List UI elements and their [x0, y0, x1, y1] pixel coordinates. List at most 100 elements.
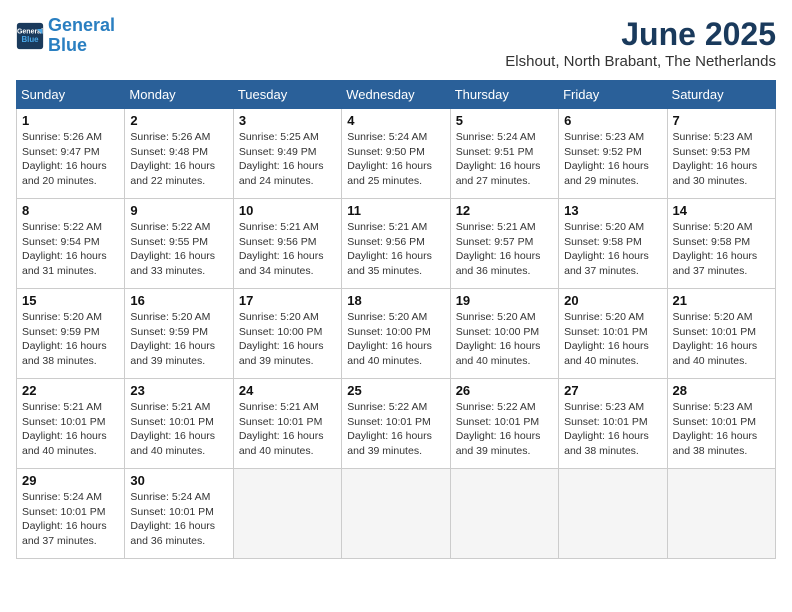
day-number: 29 [22, 473, 119, 488]
day-cell-24: 24 Sunrise: 5:21 AMSunset: 10:01 PMDaylig… [233, 379, 341, 469]
day-info: Sunrise: 5:24 AMSunset: 10:01 PMDaylight… [22, 490, 119, 549]
title-area: June 2025 Elshout, North Brabant, The Ne… [505, 16, 776, 70]
empty-cell [342, 469, 450, 559]
day-info: Sunrise: 5:20 AMSunset: 10:00 PMDaylight… [239, 310, 336, 369]
header-cell-friday: Friday [559, 81, 667, 109]
page-header: General Blue General Blue June 2025 Elsh… [16, 16, 776, 70]
week-row-1: 1 Sunrise: 5:26 AMSunset: 9:47 PMDaylight… [17, 109, 776, 199]
calendar-table: SundayMondayTuesdayWednesdayThursdayFrid… [16, 80, 776, 559]
empty-cell [450, 469, 558, 559]
day-info: Sunrise: 5:26 AMSunset: 9:48 PMDaylight:… [130, 130, 227, 189]
day-cell-12: 12 Sunrise: 5:21 AMSunset: 9:57 PMDayligh… [450, 199, 558, 289]
day-info: Sunrise: 5:23 AMSunset: 9:53 PMDaylight:… [673, 130, 770, 189]
day-number: 14 [673, 203, 770, 218]
day-number: 5 [456, 113, 553, 128]
day-info: Sunrise: 5:24 AMSunset: 9:51 PMDaylight:… [456, 130, 553, 189]
day-info: Sunrise: 5:21 AMSunset: 10:01 PMDaylight… [239, 400, 336, 459]
day-number: 3 [239, 113, 336, 128]
day-info: Sunrise: 5:21 AMSunset: 9:56 PMDaylight:… [347, 220, 444, 279]
day-cell-3: 3 Sunrise: 5:25 AMSunset: 9:49 PMDaylight… [233, 109, 341, 199]
day-info: Sunrise: 5:21 AMSunset: 10:01 PMDaylight… [22, 400, 119, 459]
day-info: Sunrise: 5:22 AMSunset: 10:01 PMDaylight… [347, 400, 444, 459]
day-cell-26: 26Sunrise: 5:22 AMSunset: 10:01 PMDaylig… [450, 379, 558, 469]
day-info: Sunrise: 5:21 AMSunset: 9:56 PMDaylight:… [239, 220, 336, 279]
day-info: Sunrise: 5:23 AMSunset: 10:01 PMDaylight… [673, 400, 770, 459]
day-number: 18 [347, 293, 444, 308]
day-number: 8 [22, 203, 119, 218]
day-cell-30: 30 Sunrise: 5:24 AMSunset: 10:01 PMDaylig… [125, 469, 233, 559]
day-number: 19 [456, 293, 553, 308]
day-number: 7 [673, 113, 770, 128]
day-info: Sunrise: 5:20 AMSunset: 9:58 PMDaylight:… [564, 220, 661, 279]
day-info: Sunrise: 5:25 AMSunset: 9:49 PMDaylight:… [239, 130, 336, 189]
day-info: Sunrise: 5:21 AMSunset: 9:57 PMDaylight:… [456, 220, 553, 279]
day-number: 23 [130, 383, 227, 398]
day-info: Sunrise: 5:20 AMSunset: 9:58 PMDaylight:… [673, 220, 770, 279]
day-cell-23: 23Sunrise: 5:21 AMSunset: 10:01 PMDaylig… [125, 379, 233, 469]
day-number: 10 [239, 203, 336, 218]
day-number: 22 [22, 383, 119, 398]
header-cell-saturday: Saturday [667, 81, 775, 109]
day-cell-6: 6 Sunrise: 5:23 AMSunset: 9:52 PMDaylight… [559, 109, 667, 199]
day-number: 9 [130, 203, 227, 218]
week-row-5: 29 Sunrise: 5:24 AMSunset: 10:01 PMDaylig… [17, 469, 776, 559]
day-cell-8: 8 Sunrise: 5:22 AMSunset: 9:54 PMDaylight… [17, 199, 125, 289]
day-cell-13: 13 Sunrise: 5:20 AMSunset: 9:58 PMDayligh… [559, 199, 667, 289]
week-row-2: 8 Sunrise: 5:22 AMSunset: 9:54 PMDaylight… [17, 199, 776, 289]
week-row-3: 15 Sunrise: 5:20 AMSunset: 9:59 PMDayligh… [17, 289, 776, 379]
svg-text:Blue: Blue [21, 35, 39, 44]
day-number: 6 [564, 113, 661, 128]
header-row: SundayMondayTuesdayWednesdayThursdayFrid… [17, 81, 776, 109]
day-number: 1 [22, 113, 119, 128]
day-cell-17: 17 Sunrise: 5:20 AMSunset: 10:00 PMDaylig… [233, 289, 341, 379]
day-cell-9: 9 Sunrise: 5:22 AMSunset: 9:55 PMDaylight… [125, 199, 233, 289]
empty-cell [559, 469, 667, 559]
header-cell-thursday: Thursday [450, 81, 558, 109]
logo: General Blue General Blue [16, 16, 115, 56]
day-cell-25: 25Sunrise: 5:22 AMSunset: 10:01 PMDaylig… [342, 379, 450, 469]
day-number: 17 [239, 293, 336, 308]
day-number: 2 [130, 113, 227, 128]
day-cell-16: 16 Sunrise: 5:20 AMSunset: 9:59 PMDayligh… [125, 289, 233, 379]
day-info: Sunrise: 5:20 AMSunset: 10:01 PMDaylight… [564, 310, 661, 369]
day-number: 12 [456, 203, 553, 218]
logo-icon: General Blue [16, 22, 44, 50]
day-info: Sunrise: 5:20 AMSunset: 9:59 PMDaylight:… [130, 310, 227, 369]
day-info: Sunrise: 5:20 AMSunset: 10:00 PMDaylight… [456, 310, 553, 369]
day-info: Sunrise: 5:23 AMSunset: 9:52 PMDaylight:… [564, 130, 661, 189]
day-cell-20: 20 Sunrise: 5:20 AMSunset: 10:01 PMDaylig… [559, 289, 667, 379]
day-cell-10: 10 Sunrise: 5:21 AMSunset: 9:56 PMDayligh… [233, 199, 341, 289]
day-cell-22: 22 Sunrise: 5:21 AMSunset: 10:01 PMDaylig… [17, 379, 125, 469]
empty-cell [233, 469, 341, 559]
day-number: 21 [673, 293, 770, 308]
day-number: 30 [130, 473, 227, 488]
day-cell-5: 5 Sunrise: 5:24 AMSunset: 9:51 PMDaylight… [450, 109, 558, 199]
day-cell-21: 21Sunrise: 5:20 AMSunset: 10:01 PMDaylig… [667, 289, 775, 379]
day-number: 11 [347, 203, 444, 218]
day-cell-27: 27Sunrise: 5:23 AMSunset: 10:01 PMDaylig… [559, 379, 667, 469]
day-info: Sunrise: 5:24 AMSunset: 10:01 PMDaylight… [130, 490, 227, 549]
header-cell-wednesday: Wednesday [342, 81, 450, 109]
day-info: Sunrise: 5:20 AMSunset: 10:00 PMDaylight… [347, 310, 444, 369]
day-cell-11: 11 Sunrise: 5:21 AMSunset: 9:56 PMDayligh… [342, 199, 450, 289]
empty-cell [667, 469, 775, 559]
day-info: Sunrise: 5:26 AMSunset: 9:47 PMDaylight:… [22, 130, 119, 189]
day-cell-14: 14 Sunrise: 5:20 AMSunset: 9:58 PMDayligh… [667, 199, 775, 289]
day-info: Sunrise: 5:22 AMSunset: 10:01 PMDaylight… [456, 400, 553, 459]
day-cell-18: 18 Sunrise: 5:20 AMSunset: 10:00 PMDaylig… [342, 289, 450, 379]
day-number: 24 [239, 383, 336, 398]
day-info: Sunrise: 5:22 AMSunset: 9:54 PMDaylight:… [22, 220, 119, 279]
day-cell-15: 15Sunrise: 5:20 AMSunset: 9:59 PMDayligh… [17, 289, 125, 379]
day-cell-28: 28Sunrise: 5:23 AMSunset: 10:01 PMDaylig… [667, 379, 775, 469]
day-number: 13 [564, 203, 661, 218]
day-cell-29: 29 Sunrise: 5:24 AMSunset: 10:01 PMDaylig… [17, 469, 125, 559]
month-title: June 2025 [505, 16, 776, 53]
day-cell-1: 1 Sunrise: 5:26 AMSunset: 9:47 PMDaylight… [17, 109, 125, 199]
day-cell-19: 19 Sunrise: 5:20 AMSunset: 10:00 PMDaylig… [450, 289, 558, 379]
day-number: 20 [564, 293, 661, 308]
day-number: 16 [130, 293, 227, 308]
logo-text: General Blue [48, 16, 115, 56]
day-number: 15 [22, 293, 119, 308]
day-info: Sunrise: 5:22 AMSunset: 9:55 PMDaylight:… [130, 220, 227, 279]
day-info: Sunrise: 5:23 AMSunset: 10:01 PMDaylight… [564, 400, 661, 459]
